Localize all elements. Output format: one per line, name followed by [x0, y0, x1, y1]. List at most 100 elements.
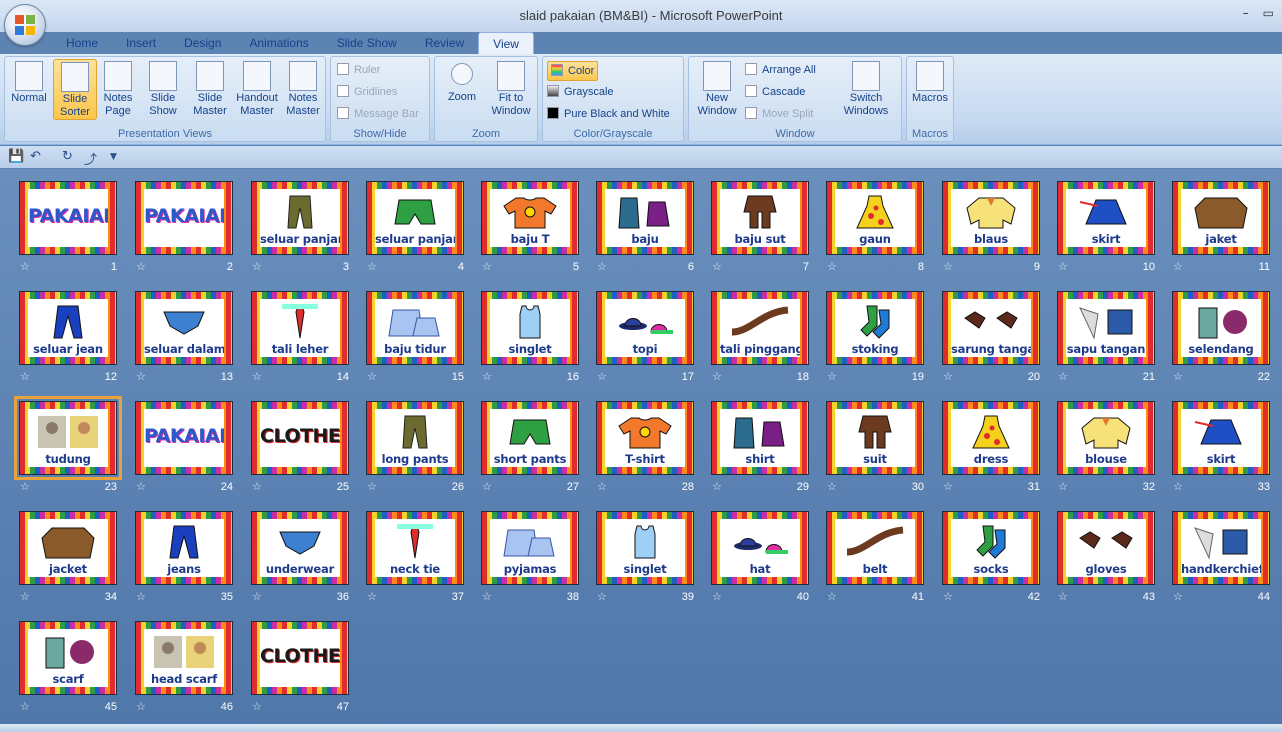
slide-thumbnail[interactable]: underwear: [251, 511, 349, 585]
transition-star-icon[interactable]: ☆: [827, 590, 837, 603]
notes-page-button[interactable]: Notes Page: [97, 59, 139, 118]
slide-thumbnail[interactable]: baju: [596, 181, 694, 255]
slide-thumbnail[interactable]: seluar dalam: [135, 291, 233, 365]
transition-star-icon[interactable]: ☆: [252, 370, 262, 383]
slide-thumbnail[interactable]: pyjamas: [481, 511, 579, 585]
transition-star-icon[interactable]: ☆: [367, 370, 377, 383]
slide-thumbnail[interactable]: baju tidur: [366, 291, 464, 365]
slide-thumbnail[interactable]: baju sut: [711, 181, 809, 255]
slide-thumbnail[interactable]: dress: [942, 401, 1040, 475]
cascade-button[interactable]: Cascade: [745, 83, 805, 101]
slide-thumbnail[interactable]: sapu tangan: [1057, 291, 1155, 365]
transition-star-icon[interactable]: ☆: [482, 260, 492, 273]
gridlines-checkbox[interactable]: Gridlines: [337, 83, 397, 101]
transition-star-icon[interactable]: ☆: [943, 370, 953, 383]
slide-thumbnail[interactable]: short pants: [481, 401, 579, 475]
slide-thumbnail[interactable]: singlet: [481, 291, 579, 365]
slide-thumbnail[interactable]: suit: [826, 401, 924, 475]
grayscale-option[interactable]: Grayscale: [547, 83, 614, 101]
slide-thumbnail[interactable]: PAKAIAN: [135, 401, 233, 475]
transition-star-icon[interactable]: ☆: [136, 480, 146, 493]
slide-thumbnail[interactable]: tudung: [14, 396, 122, 480]
tab-view[interactable]: View: [478, 32, 534, 54]
transition-star-icon[interactable]: ☆: [20, 370, 30, 383]
macros-button[interactable]: Macros: [909, 59, 951, 105]
slide-master-button[interactable]: Slide Master: [189, 59, 231, 118]
customize-toolbar-icon[interactable]: ▼: [110, 152, 117, 162]
transition-star-icon[interactable]: ☆: [367, 480, 377, 493]
slide-thumbnail[interactable]: gaun: [826, 181, 924, 255]
notes-master-button[interactable]: Notes Master: [283, 59, 323, 118]
transition-star-icon[interactable]: ☆: [943, 480, 953, 493]
tab-design[interactable]: Design: [170, 32, 235, 54]
transition-star-icon[interactable]: ☆: [712, 480, 722, 493]
slide-thumbnail[interactable]: jacket: [19, 511, 117, 585]
transition-star-icon[interactable]: ☆: [712, 370, 722, 383]
tab-insert[interactable]: Insert: [112, 32, 170, 54]
zoom-button[interactable]: Zoom: [439, 59, 485, 104]
slide-thumbnail[interactable]: seluar panjang: [251, 181, 349, 255]
slide-sorter-button[interactable]: Slide Sorter: [53, 59, 97, 120]
slide-thumbnail[interactable]: PAKAIAN: [135, 181, 233, 255]
slide-show-button[interactable]: Slide Show: [141, 59, 185, 118]
slide-thumbnail[interactable]: tali leher: [251, 291, 349, 365]
transition-star-icon[interactable]: ☆: [136, 590, 146, 603]
slide-thumbnail[interactable]: topi: [596, 291, 694, 365]
transition-star-icon[interactable]: ☆: [252, 590, 262, 603]
transition-star-icon[interactable]: ☆: [20, 260, 30, 273]
slide-thumbnail[interactable]: jaket: [1172, 181, 1270, 255]
transition-star-icon[interactable]: ☆: [712, 590, 722, 603]
color-option[interactable]: Color: [547, 61, 599, 81]
transition-star-icon[interactable]: ☆: [943, 590, 953, 603]
transition-star-icon[interactable]: ☆: [252, 480, 262, 493]
transition-star-icon[interactable]: ☆: [252, 700, 262, 713]
transition-star-icon[interactable]: ☆: [597, 480, 607, 493]
slide-thumbnail[interactable]: hat: [711, 511, 809, 585]
slide-thumbnail[interactable]: CLOTHES: [251, 401, 349, 475]
pure-black-and-white-option[interactable]: Pure Black and White: [547, 105, 670, 123]
transition-star-icon[interactable]: ☆: [1173, 370, 1183, 383]
slide-thumbnail[interactable]: PAKAIAN: [19, 181, 117, 255]
slide-thumbnail[interactable]: tali pinggang: [711, 291, 809, 365]
transition-star-icon[interactable]: ☆: [136, 370, 146, 383]
transition-star-icon[interactable]: ☆: [367, 260, 377, 273]
handout-master-button[interactable]: Handout Master: [233, 59, 281, 118]
switch-windows-button[interactable]: Switch Windows: [835, 59, 897, 118]
slide-thumbnail[interactable]: blouse: [1057, 401, 1155, 475]
normal-button[interactable]: Normal: [7, 59, 51, 105]
transition-star-icon[interactable]: ☆: [20, 480, 30, 493]
transition-star-icon[interactable]: ☆: [1058, 260, 1068, 273]
slide-thumbnail[interactable]: CLOTHES: [251, 621, 349, 695]
new-window-button[interactable]: New Window: [693, 59, 741, 118]
transition-star-icon[interactable]: ☆: [1173, 590, 1183, 603]
slide-thumbnail[interactable]: T-shirt: [596, 401, 694, 475]
slide-thumbnail[interactable]: neck tie: [366, 511, 464, 585]
transition-star-icon[interactable]: ☆: [827, 260, 837, 273]
slide-thumbnail[interactable]: selendang: [1172, 291, 1270, 365]
slide-thumbnail[interactable]: seluar panjang: [366, 181, 464, 255]
maximize-button[interactable]: ▭: [1263, 6, 1274, 20]
undo-icon[interactable]: ↶: [30, 149, 41, 164]
transition-star-icon[interactable]: ☆: [1173, 480, 1183, 493]
transition-star-icon[interactable]: ☆: [1058, 370, 1068, 383]
minimize-button[interactable]: –: [1243, 6, 1249, 20]
slide-thumbnail[interactable]: shirt: [711, 401, 809, 475]
transition-star-icon[interactable]: ☆: [597, 260, 607, 273]
tab-review[interactable]: Review: [411, 32, 478, 54]
slide-thumbnail[interactable]: blaus: [942, 181, 1040, 255]
fit-to-window-button[interactable]: Fit to Window: [487, 59, 535, 118]
slide-thumbnail[interactable]: belt: [826, 511, 924, 585]
transition-star-icon[interactable]: ☆: [1058, 590, 1068, 603]
repeat-icon[interactable]: ⤴: [84, 149, 97, 168]
slide-thumbnail[interactable]: skirt: [1057, 181, 1155, 255]
slide-thumbnail[interactable]: gloves: [1057, 511, 1155, 585]
slide-thumbnail[interactable]: jeans: [135, 511, 233, 585]
transition-star-icon[interactable]: ☆: [20, 700, 30, 713]
slide-thumbnail[interactable]: seluar jean: [19, 291, 117, 365]
slide-thumbnail[interactable]: sarung tangan: [942, 291, 1040, 365]
save-icon[interactable]: 💾: [8, 149, 24, 164]
message-bar-checkbox[interactable]: Message Bar: [337, 105, 419, 123]
ruler-checkbox[interactable]: Ruler: [337, 61, 380, 79]
slide-thumbnail[interactable]: singlet: [596, 511, 694, 585]
transition-star-icon[interactable]: ☆: [20, 590, 30, 603]
